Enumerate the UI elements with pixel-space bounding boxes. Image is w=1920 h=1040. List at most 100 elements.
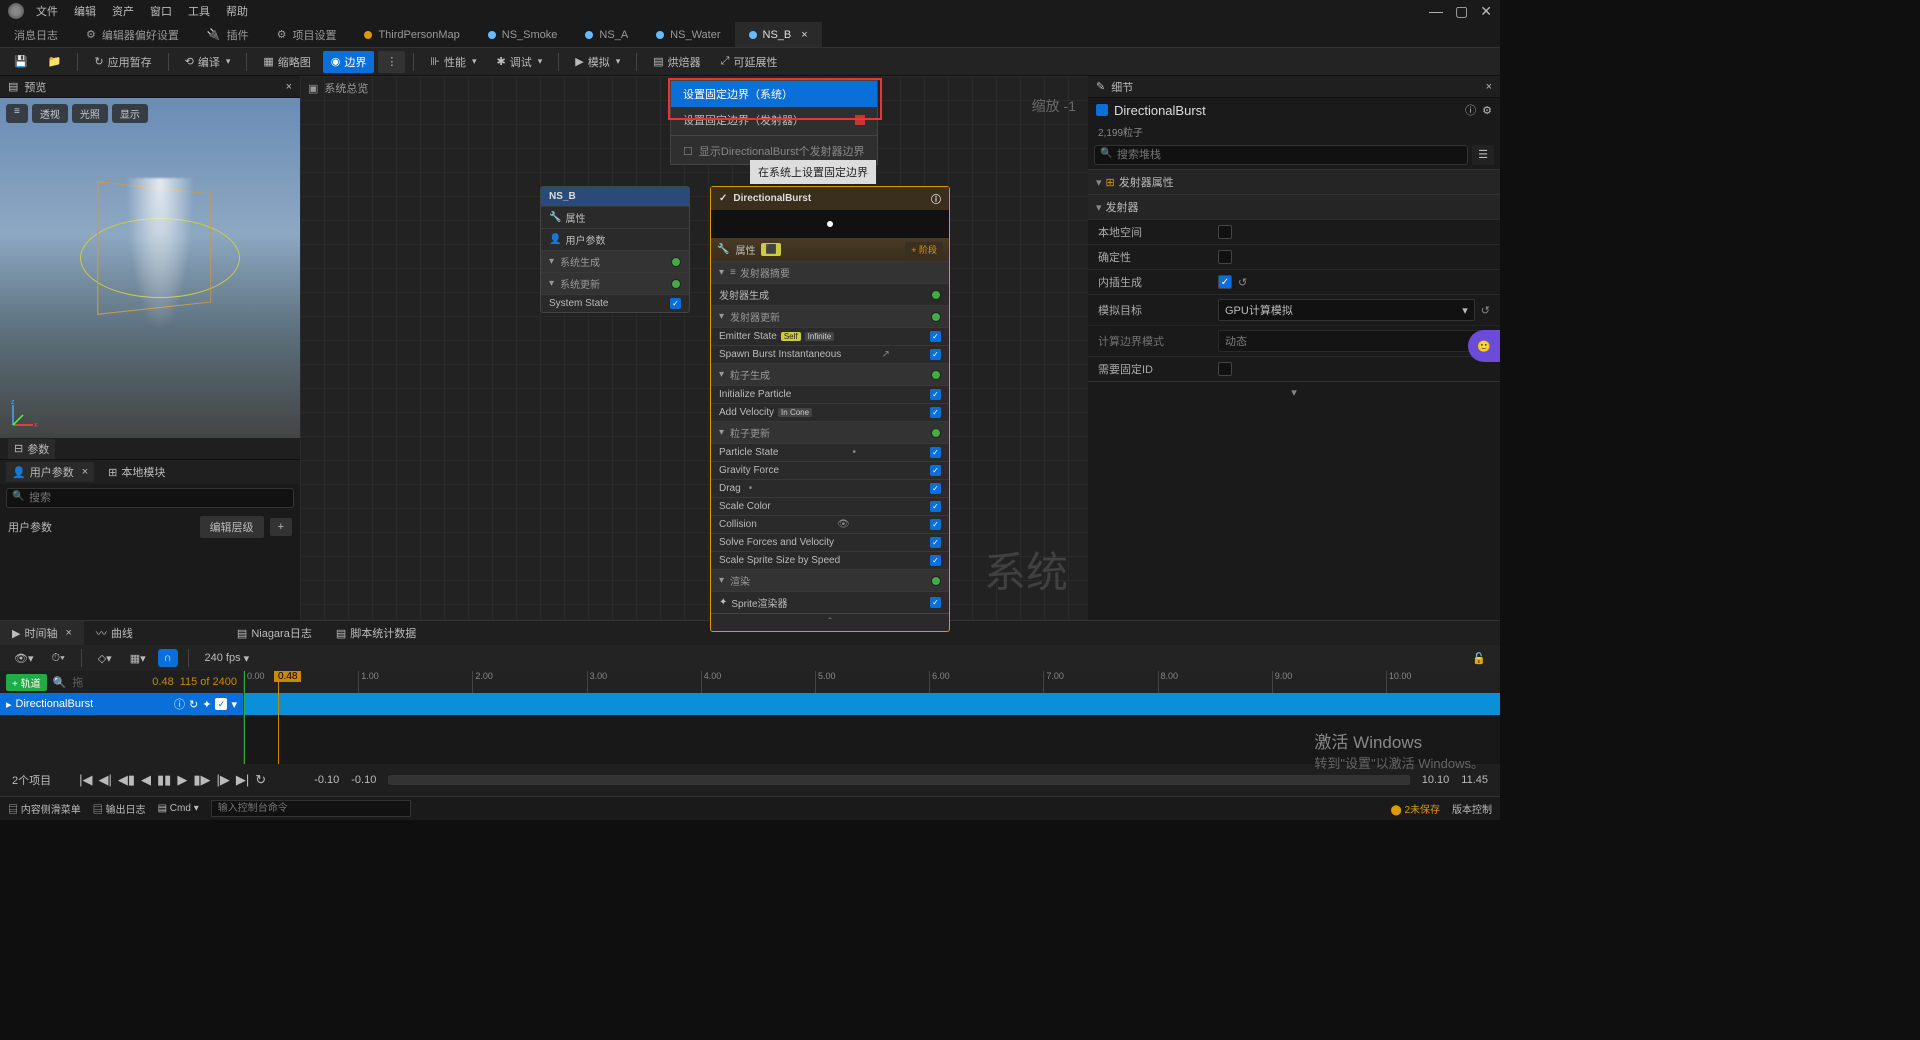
row-particle-state[interactable]: Particle State•✓ [711,443,949,461]
emitter-node[interactable]: ✓ DirectionalBurst ⓘ 🔧 属性 ⬛ + 阶段 ≡发射器摘要 … [710,186,950,632]
row-solve-forces[interactable]: Solve Forces and Velocity✓ [711,533,949,551]
unsaved-indicator[interactable]: ⬤ 2未保存 [1390,801,1440,816]
checkbox[interactable] [1218,362,1232,376]
info-icon[interactable]: ⓘ [174,696,185,712]
reset-icon[interactable]: ↺ [1481,304,1490,317]
add-icon[interactable] [931,428,941,438]
add-icon[interactable] [931,290,941,300]
bounds-dropdown[interactable]: ⋮ [378,51,405,73]
menu-item-set-fixed-bounds-emitter[interactable]: 设置固定边界（发射器） [671,107,877,133]
row-collision[interactable]: Collision👁✓ [711,515,949,533]
add-icon[interactable] [931,312,941,322]
add-param-button[interactable]: + [270,518,292,536]
fps-dropdown[interactable]: 240 fps ▾ [199,650,256,667]
section-particle-spawn[interactable]: 粒子生成 [711,363,949,385]
cmd-dropdown[interactable]: ▤ Cmd ▾ [158,803,199,814]
apply-scratch-button[interactable]: ↻应用暂存 [86,51,159,73]
row-gravity[interactable]: Gravity Force✓ [711,461,949,479]
compile-button[interactable]: ⟲编译 [177,51,239,73]
playback-options[interactable]: ⏱▾ [46,650,71,667]
checkbox[interactable] [1218,225,1232,239]
debug-button[interactable]: ✱调试 [489,51,551,73]
time-ruler[interactable]: 0.48 0.00 1.00 2.00 3.00 4.00 5.00 6.00 … [244,671,1500,693]
performance-button[interactable]: ⊪性能 [422,51,484,73]
checkbox-icon[interactable]: ✓ [930,519,941,530]
row-scale-color[interactable]: Scale Color✓ [711,497,949,515]
tab-niagara-log[interactable]: ▤Niagara日志 [225,621,324,645]
thumbnail-button[interactable]: ▦缩略图 [255,51,318,73]
row-init-particle[interactable]: Initialize Particle✓ [711,385,949,403]
pause-button[interactable]: ▮▮ [157,772,171,788]
menu-window[interactable]: 窗口 [150,3,172,19]
section-emitter-summary[interactable]: ≡发射器摘要 [711,261,949,283]
checkbox-icon[interactable]: ✓ [930,407,941,418]
go-start-button[interactable]: |◀ [79,772,92,788]
edit-hierarchy-button[interactable]: 编辑层级 [200,516,264,538]
range-start2[interactable]: -0.10 [351,774,376,786]
viewport[interactable]: ≡ 透视 光照 显示 zx [0,98,300,438]
checkbox-icon[interactable]: ✓ [930,537,941,548]
tab-ns-water[interactable]: NS_Water [642,22,734,47]
add-icon[interactable] [671,279,681,289]
row-emitter-state[interactable]: Emitter StateSelfInfinite✓ [711,327,949,345]
add-icon[interactable] [931,370,941,380]
section-emitter-properties[interactable]: ⊞ 发射器属性 [1088,169,1500,194]
tab-timeline[interactable]: ▶时间轴× [0,621,84,645]
sparkle-icon[interactable]: ✦ [202,698,211,711]
assistant-button[interactable]: 🙂 [1468,330,1500,362]
search-input[interactable] [1094,145,1468,165]
filter-input[interactable]: 拖 [72,674,83,690]
timeline-ruler-area[interactable]: 0.48 0.00 1.00 2.00 3.00 4.00 5.00 6.00 … [244,671,1500,764]
node-row-user-params[interactable]: 👤用户参数 [541,228,689,250]
section-particle-update[interactable]: 粒子更新 [711,421,949,443]
loop-button[interactable]: ↻ [255,772,266,788]
close-icon[interactable]: × [82,466,88,478]
menu-button[interactable]: ≡ [6,104,28,123]
tab-project-settings[interactable]: ⚙项目设置 [263,22,351,47]
section-render[interactable]: 渲染 [711,569,949,591]
search-icon[interactable]: 🔍 [53,676,67,689]
system-graph[interactable]: ▣ 系统总览 NS_B 缩放 -1 系统 设置固定边界（系统） 设置固定边界（发… [300,76,1088,620]
range-start[interactable]: -0.10 [314,774,339,786]
tab-ns-smoke[interactable]: NS_Smoke [474,22,572,47]
lock-icon[interactable]: 🔓 [1466,650,1492,667]
local-modules-tab[interactable]: ⊞本地模块 [102,462,171,482]
checkbox-icon[interactable]: ✓ [930,447,941,458]
tab-editor-prefs[interactable]: ⚙编辑器偏好设置 [72,22,193,47]
revision-control-button[interactable]: 版本控制 [1452,801,1492,816]
go-end-button[interactable]: ▶| [236,772,249,788]
info-icon[interactable]: ⓘ [931,191,941,206]
scrub-bar[interactable] [388,775,1409,785]
row-drag[interactable]: Drag•✓ [711,479,949,497]
params-tab[interactable]: ⊟参数 [8,439,55,459]
chevron-down-icon[interactable]: ▾ [231,698,237,711]
view-options[interactable]: 👁▾ [8,650,40,667]
maximize-button[interactable]: ▢ [1455,3,1468,20]
play-button[interactable]: ▶ [177,772,187,788]
snap-toggle[interactable]: ∩ [158,649,178,667]
reset-icon[interactable]: ↺ [1238,276,1247,289]
bounds-button[interactable]: ◉边界 [323,51,375,73]
content-drawer-button[interactable]: ▤ 内容侧滑菜单 [8,801,81,816]
checkbox-icon[interactable]: ✓ [930,501,941,512]
tab-ns-b[interactable]: NS_B× [735,22,822,47]
step-back-button[interactable]: ◀▮ [118,772,135,788]
section-emitter-update[interactable]: 发射器更新 [711,305,949,327]
add-icon[interactable] [671,257,681,267]
sim-target-dropdown[interactable]: GPU计算模拟▾ [1218,299,1475,321]
search-input[interactable] [6,488,294,508]
baker-button[interactable]: ▤烘焙器 [645,51,708,73]
prev-key-button[interactable]: ◀| [99,772,112,788]
add-icon[interactable] [931,576,941,586]
reverse-button[interactable]: ◀ [141,772,151,788]
tab-script-stats[interactable]: ▤脚本统计数据 [324,621,428,645]
user-params-tab[interactable]: 👤用户参数× [6,462,94,482]
checkbox-icon[interactable]: ✓ [930,597,941,608]
row-sprite-renderer[interactable]: ✦Sprite渲染器✓ [711,591,949,613]
row-emitter-spawn[interactable]: 发射器生成 [711,283,949,305]
checkbox[interactable]: ✓ [1218,275,1232,289]
menu-edit[interactable]: 编辑 [74,3,96,19]
track-directionalburst[interactable]: ▸ DirectionalBurst ⓘ ↻ ✦ ✓ ▾ [0,693,243,715]
row-add-velocity[interactable]: Add VelocityIn Cone✓ [711,403,949,421]
add-stage-button[interactable]: + 阶段 [905,242,943,257]
